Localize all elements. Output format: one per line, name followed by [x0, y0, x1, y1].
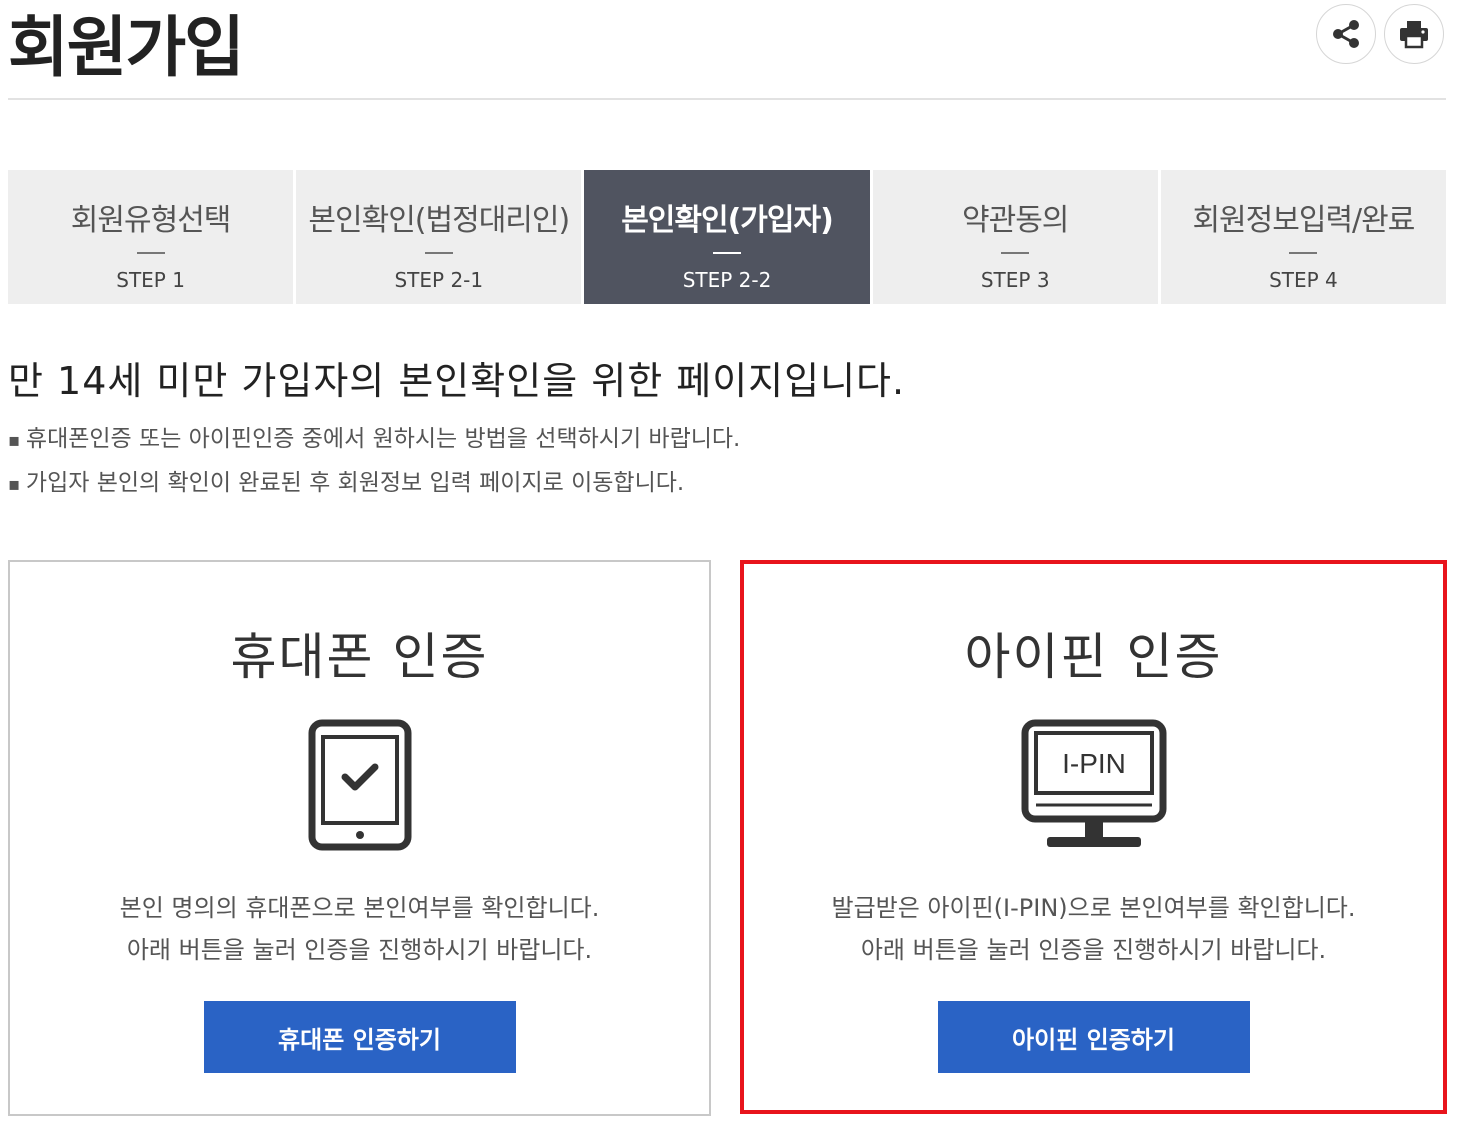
phone-auth-button[interactable]: 휴대폰 인증하기: [203, 1001, 516, 1073]
share-button[interactable]: [1316, 4, 1376, 64]
ipin-card-title: 아이핀 인증: [964, 628, 1223, 686]
step-4[interactable]: 회원정보입력/완료 STEP 4: [1160, 170, 1447, 304]
step-2-2[interactable]: 본인확인(가입자) STEP 2-2: [584, 170, 870, 304]
step-2-1[interactable]: 본인확인(법정대리인) STEP 2-1: [296, 170, 582, 304]
step-number: STEP 2-1: [394, 268, 484, 292]
share-icon: [1333, 20, 1359, 48]
intro-headline: 만 14세 미만 가입자의 본인확인을 위한 페이지입니다.: [8, 359, 906, 403]
ipin-icon-text: I-PIN: [1062, 748, 1126, 779]
step-label: 본인확인(법정대리인): [308, 203, 570, 238]
phone-card-title: 휴대폰 인증: [230, 628, 489, 686]
description-line: 아래 버튼을 눌러 인증을 진행하시기 바랍니다.: [860, 936, 1327, 964]
print-icon: [1400, 21, 1428, 49]
step-dash: [1289, 252, 1318, 254]
tablet-check-icon: [308, 719, 411, 851]
step-number: STEP 2-2: [682, 268, 772, 292]
intro-notes: 휴대폰인증 또는 아이핀인증 중에서 원하시는 방법을 선택하시기 바랍니다. …: [8, 418, 740, 506]
step-1[interactable]: 회원유형선택 STEP 1: [8, 170, 294, 304]
ipin-card-description: 발급받은 아이핀(I-PIN)으로 본인여부를 확인합니다. 아래 버튼을 눌러…: [744, 887, 1443, 971]
step-dash: [424, 252, 453, 254]
step-number: STEP 1: [116, 268, 185, 292]
phone-auth-card: 휴대폰 인증 본인 명의의 휴대폰으로 본인여부를 확인합니다. 아래 버튼을 …: [8, 560, 711, 1116]
description-line: 발급받은 아이핀(I-PIN)으로 본인여부를 확인합니다.: [831, 894, 1356, 922]
step-label: 회원정보입력/완료: [1192, 203, 1415, 238]
intro-note: 가입자 본인의 확인이 완료된 후 회원정보 입력 페이지로 이동합니다.: [8, 462, 740, 506]
ipin-auth-card: 아이핀 인증 I-PIN 발급받은 아이핀(I-PIN)으로 본인여부를 확인합…: [740, 560, 1447, 1114]
step-number: STEP 4: [1269, 268, 1338, 292]
step-3[interactable]: 약관동의 STEP 3: [872, 170, 1158, 304]
description-line: 본인 명의의 휴대폰으로 본인여부를 확인합니다.: [119, 894, 600, 922]
step-dash: [1001, 252, 1030, 254]
page-title: 회원가입: [8, 9, 245, 86]
monitor-ipin-icon: I-PIN: [1021, 719, 1166, 847]
step-dash: [136, 252, 165, 254]
step-dash: [713, 252, 741, 254]
step-label: 본인확인(가입자): [621, 203, 834, 238]
ipin-auth-button[interactable]: 아이핀 인증하기: [937, 1001, 1250, 1073]
step-label: 회원유형선택: [70, 203, 232, 238]
intro-note: 휴대폰인증 또는 아이핀인증 중에서 원하시는 방법을 선택하시기 바랍니다.: [8, 418, 740, 462]
description-line: 아래 버튼을 눌러 인증을 진행하시기 바랍니다.: [126, 936, 593, 964]
title-divider: [8, 98, 1446, 100]
step-progress: 회원유형선택 STEP 1 본인확인(법정대리인) STEP 2-1 본인확인(…: [8, 170, 1447, 304]
print-button[interactable]: [1384, 4, 1444, 64]
top-actions: [1316, 4, 1444, 64]
step-label: 약관동의: [962, 203, 1069, 238]
step-number: STEP 3: [980, 268, 1050, 292]
phone-card-description: 본인 명의의 휴대폰으로 본인여부를 확인합니다. 아래 버튼을 눌러 인증을 …: [10, 887, 709, 971]
